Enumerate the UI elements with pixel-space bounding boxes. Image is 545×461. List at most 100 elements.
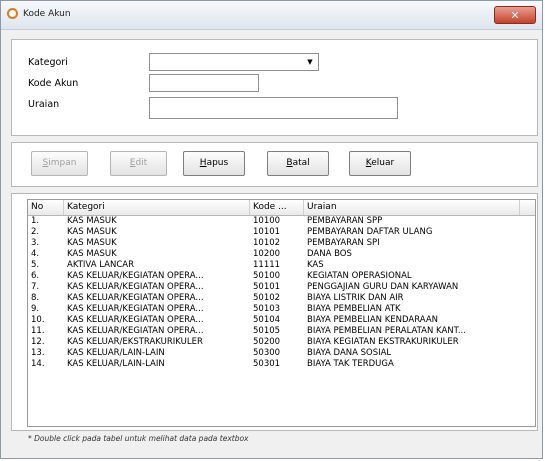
- cell-kode: 50200: [253, 337, 281, 347]
- uraian-label: Uraian: [28, 99, 60, 110]
- footer-note: * Double click pada tabel untuk melihat …: [28, 434, 249, 443]
- cell-kode: 50105: [253, 326, 281, 336]
- kode-akun-label: Kode Akun: [28, 78, 79, 89]
- cell-kategori: KAS KELUAR/KEGIATAN OPERA...: [67, 271, 204, 281]
- cell-kategori: KAS KELUAR/KEGIATAN OPERA...: [67, 282, 204, 292]
- simpan-button[interactable]: Simpan: [31, 151, 88, 176]
- table-row[interactable]: 7. KAS KELUAR/KEGIATAN OPERA... 50101 PENGG…: [28, 282, 535, 293]
- hapus-hotkey: H: [199, 158, 207, 168]
- cell-no: 4.: [31, 249, 40, 259]
- cell-no: 12.: [31, 337, 45, 347]
- table-row[interactable]: 5. AKTIVA LANCAR 11111 KAS: [28, 260, 535, 271]
- cell-uraian: DANA BOS: [307, 249, 352, 259]
- column-header-no[interactable]: No: [28, 200, 64, 215]
- cell-kode: 50301: [253, 359, 281, 369]
- column-header-kode[interactable]: Kode ...: [250, 200, 304, 215]
- table-row[interactable]: 13. KAS KELUAR/LAIN-LAIN 50300 BIAYA DANA S…: [28, 348, 535, 359]
- cell-no: 3.: [31, 238, 40, 248]
- kategori-combobox[interactable]: ▼: [149, 53, 319, 71]
- cell-kategori: KAS MASUK: [67, 238, 117, 248]
- cell-kode: 10100: [253, 216, 281, 226]
- cell-kode: 50103: [253, 304, 281, 314]
- kategori-label: Kategori: [28, 57, 68, 68]
- cell-kode: 10102: [253, 238, 281, 248]
- cell-uraian: BIAYA PEMBELIAN PERALATAN KANT...: [307, 326, 466, 336]
- app-icon: [7, 8, 18, 19]
- cell-kategori: AKTIVA LANCAR: [67, 260, 134, 270]
- cell-kategori: KAS KELUAR/LAIN-LAIN: [67, 348, 165, 358]
- cell-no: 14.: [31, 359, 45, 369]
- table-row[interactable]: 6. KAS KELUAR/KEGIATAN OPERA... 50100 KEGIA…: [28, 271, 535, 282]
- table-row[interactable]: 4. KAS MASUK 10200 DANA BOS: [28, 249, 535, 260]
- cell-kategori: KAS KELUAR/KEGIATAN OPERA...: [67, 293, 204, 303]
- button-panel: Simpan Edit Hapus Batal Keluar: [11, 142, 538, 187]
- edit-label: dit: [135, 158, 148, 168]
- table-row[interactable]: 11. KAS KELUAR/KEGIATAN OPERA... 50105 BIAY…: [28, 326, 535, 337]
- cell-uraian: KAS: [307, 260, 324, 270]
- table-row[interactable]: 10. KAS KELUAR/KEGIATAN OPERA... 50104 BIAY…: [28, 315, 535, 326]
- cell-uraian: BIAYA LISTRIK DAN AIR: [307, 293, 404, 303]
- cell-kategori: KAS MASUK: [67, 249, 117, 259]
- cell-kode: 10200: [253, 249, 281, 259]
- form-panel: Kategori ▼ Kode Akun Uraian: [11, 39, 538, 136]
- cell-uraian: KEGIATAN OPERASIONAL: [307, 271, 412, 281]
- cell-no: 10.: [31, 315, 45, 325]
- cell-no: 11.: [31, 326, 45, 336]
- cell-no: 9.: [31, 304, 40, 314]
- cell-kode: 50300: [253, 348, 281, 358]
- batal-label: atal: [292, 158, 310, 168]
- table-row[interactable]: 9. KAS KELUAR/KEGIATAN OPERA... 50103 BIAYA…: [28, 304, 535, 315]
- cell-kode: 11111: [253, 260, 281, 270]
- cell-no: 5.: [31, 260, 40, 270]
- hapus-button[interactable]: Hapus: [183, 151, 245, 176]
- cell-uraian: BIAYA PEMBELIAN ATK: [307, 304, 401, 314]
- cell-uraian: PEMBAYARAN SPP: [307, 216, 383, 226]
- keluar-label: eluar: [371, 158, 395, 168]
- kode-akun-input[interactable]: [149, 74, 259, 92]
- hapus-label: apus: [206, 158, 229, 168]
- cell-uraian: BIAYA DANA SOSIAL: [307, 348, 392, 358]
- window-title: Kode Akun: [23, 9, 71, 19]
- cell-kode: 50102: [253, 293, 281, 303]
- cell-kategori: KAS KELUAR/EKSTRAKURIKULER: [67, 337, 203, 347]
- cell-no: 7.: [31, 282, 40, 292]
- chevron-down-icon[interactable]: ▼: [303, 55, 317, 69]
- cell-uraian: PEMBAYARAN DAFTAR ULANG: [307, 227, 433, 237]
- cell-kode: 50100: [253, 271, 281, 281]
- cell-kode: 50104: [253, 315, 281, 325]
- cell-kategori: KAS KELUAR/KEGIATAN OPERA...: [67, 315, 204, 325]
- simpan-label: impan: [48, 158, 77, 168]
- cell-no: 8.: [31, 293, 40, 303]
- cell-kategori: KAS KELUAR/KEGIATAN OPERA...: [67, 304, 204, 314]
- cell-no: 13.: [31, 348, 45, 358]
- cell-no: 1.: [31, 216, 40, 226]
- close-button[interactable]: ✕: [494, 6, 536, 24]
- cell-no: 6.: [31, 271, 40, 281]
- column-header-uraian[interactable]: Uraian: [304, 200, 520, 215]
- cell-kategori: KAS KELUAR/KEGIATAN OPERA...: [67, 326, 204, 336]
- cell-uraian: BIAYA TAK TERDUGA: [307, 359, 394, 369]
- table-row[interactable]: 3. KAS MASUK 10102 PEMBAYARAN SPI: [28, 238, 535, 249]
- title-bar[interactable]: Kode Akun ✕: [1, 1, 542, 30]
- cell-kode: 50101: [253, 282, 281, 292]
- cell-no: 2.: [31, 227, 40, 237]
- keluar-button[interactable]: Keluar: [349, 151, 411, 176]
- cell-kategori: KAS MASUK: [67, 227, 117, 237]
- cell-kode: 10101: [253, 227, 281, 237]
- edit-button[interactable]: Edit: [110, 151, 167, 176]
- table-row[interactable]: 1. KAS MASUK 10100 PEMBAYARAN SPP: [28, 216, 535, 227]
- cell-kategori: KAS KELUAR/LAIN-LAIN: [67, 359, 165, 369]
- batal-button[interactable]: Batal: [267, 151, 329, 176]
- table-row[interactable]: 8. KAS KELUAR/KEGIATAN OPERA... 50102 BIAYA…: [28, 293, 535, 304]
- cell-kategori: KAS MASUK: [67, 216, 117, 226]
- column-header-kategori[interactable]: Kategori: [64, 200, 250, 215]
- cell-uraian: PENGGAJIAN GURU DAN KARYAWAN: [307, 282, 459, 292]
- cell-uraian: BIAYA PEMBELIAN KENDARAAN: [307, 315, 438, 325]
- table-header: No Kategori Kode ... Uraian: [28, 200, 535, 216]
- uraian-input[interactable]: [149, 97, 398, 119]
- table-row[interactable]: 2. KAS MASUK 10101 PEMBAYARAN DAFTAR ULANG: [28, 227, 535, 238]
- table-row[interactable]: 12. KAS KELUAR/EKSTRAKURIKULER 50200 BIAYA …: [28, 337, 535, 348]
- akun-table[interactable]: No Kategori Kode ... Uraian 1. KAS MASUK 1…: [27, 199, 536, 427]
- table-row[interactable]: 14. KAS KELUAR/LAIN-LAIN 50301 BIAYA TAK TE…: [28, 359, 535, 370]
- cell-uraian: BIAYA KEGIATAN EKSTRAKURIKULER: [307, 337, 459, 347]
